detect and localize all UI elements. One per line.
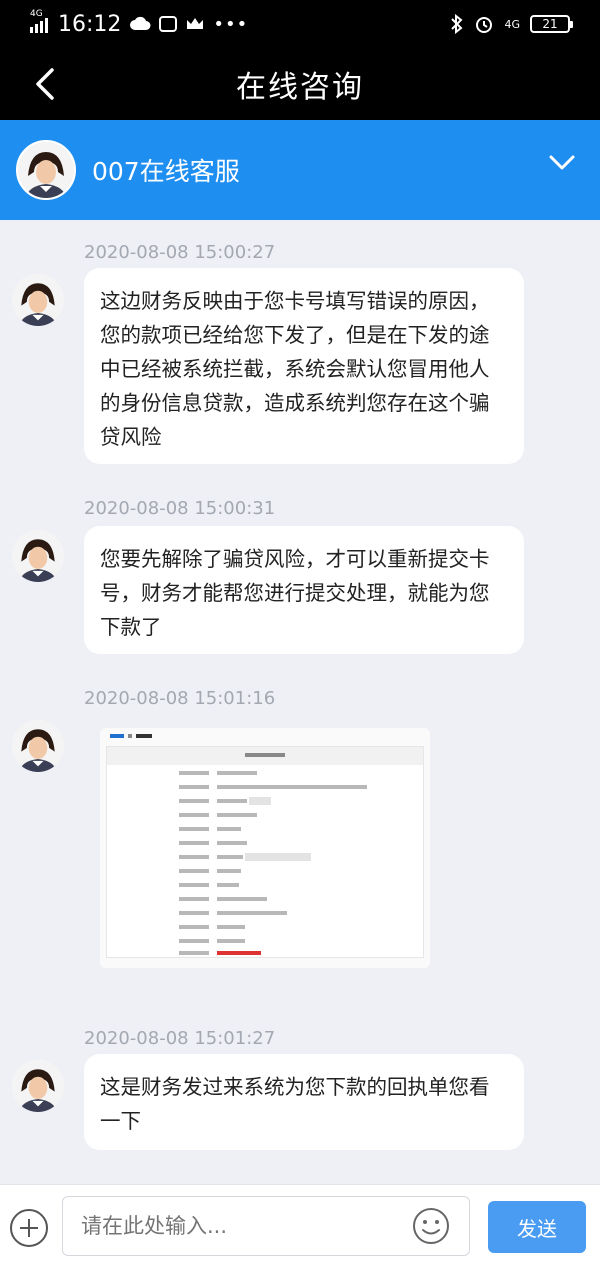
app-notification-icon <box>159 16 178 32</box>
status-time: 16:12 <box>58 11 122 37</box>
network-indicator: 4G <box>504 17 520 31</box>
cloud-icon <box>130 16 151 30</box>
chevron-down-icon[interactable] <box>548 148 576 176</box>
alarm-icon <box>476 17 493 33</box>
message-timestamp: 2020-08-08 15:01:27 <box>84 1028 276 1049</box>
emoji-icon[interactable] <box>412 1207 450 1245</box>
message-input[interactable] <box>62 1196 470 1256</box>
signal-icon: 4G <box>30 9 48 33</box>
agent-avatar <box>12 720 64 772</box>
back-arrow-icon[interactable] <box>30 66 66 102</box>
page-title: 在线咨询 <box>236 70 364 105</box>
agent-avatar <box>12 1060 64 1112</box>
message-timestamp: 2020-08-08 15:00:31 <box>84 498 276 519</box>
battery-icon: 21 <box>530 15 573 33</box>
add-attachment-button[interactable] <box>10 1209 48 1247</box>
agent-header[interactable]: 007在线客服 <box>0 120 600 220</box>
agent-avatar <box>16 140 76 200</box>
agent-avatar <box>12 530 64 582</box>
message-bubble: 这边财务反映由于您卡号填写错误的原因，您的款项已经给您下发了，但是在下发的途中已… <box>84 268 524 464</box>
transfer-receipt-image[interactable] <box>100 728 430 968</box>
status-bar: 4G 16:12 ••• 4G 21 <box>0 0 600 48</box>
message-bubble: 您要先解除了骗贷风险，才可以重新提交卡号，财务才能帮您进行提交处理，就能为您下款… <box>84 526 524 654</box>
agent-avatar <box>12 274 64 326</box>
network-type: 4G <box>30 9 43 19</box>
message-timestamp: 2020-08-08 15:00:27 <box>84 242 276 263</box>
receipt-rows <box>179 771 367 955</box>
input-bar: 发送 <box>0 1184 600 1266</box>
chat-area[interactable]: 2020-08-08 15:00:27 这边财务反映由于您卡号填写错误的原因，您… <box>0 220 600 1180</box>
receipt-sheet <box>106 746 424 958</box>
message-bubble: 这是财务发过来系统为您下款的回执单您看一下 <box>84 1054 524 1150</box>
receipt-breadcrumb <box>100 728 430 744</box>
message-timestamp: 2020-08-08 15:01:16 <box>84 688 276 709</box>
crown-icon <box>187 18 204 29</box>
send-button[interactable]: 发送 <box>488 1201 586 1253</box>
navigation-bar: 在线咨询 <box>0 48 600 120</box>
agent-name: 007在线客服 <box>92 157 240 186</box>
receipt-title <box>107 747 423 765</box>
battery-level: 21 <box>542 17 558 31</box>
more-notifications-icon: ••• <box>213 13 249 35</box>
bluetooth-icon <box>451 14 463 34</box>
